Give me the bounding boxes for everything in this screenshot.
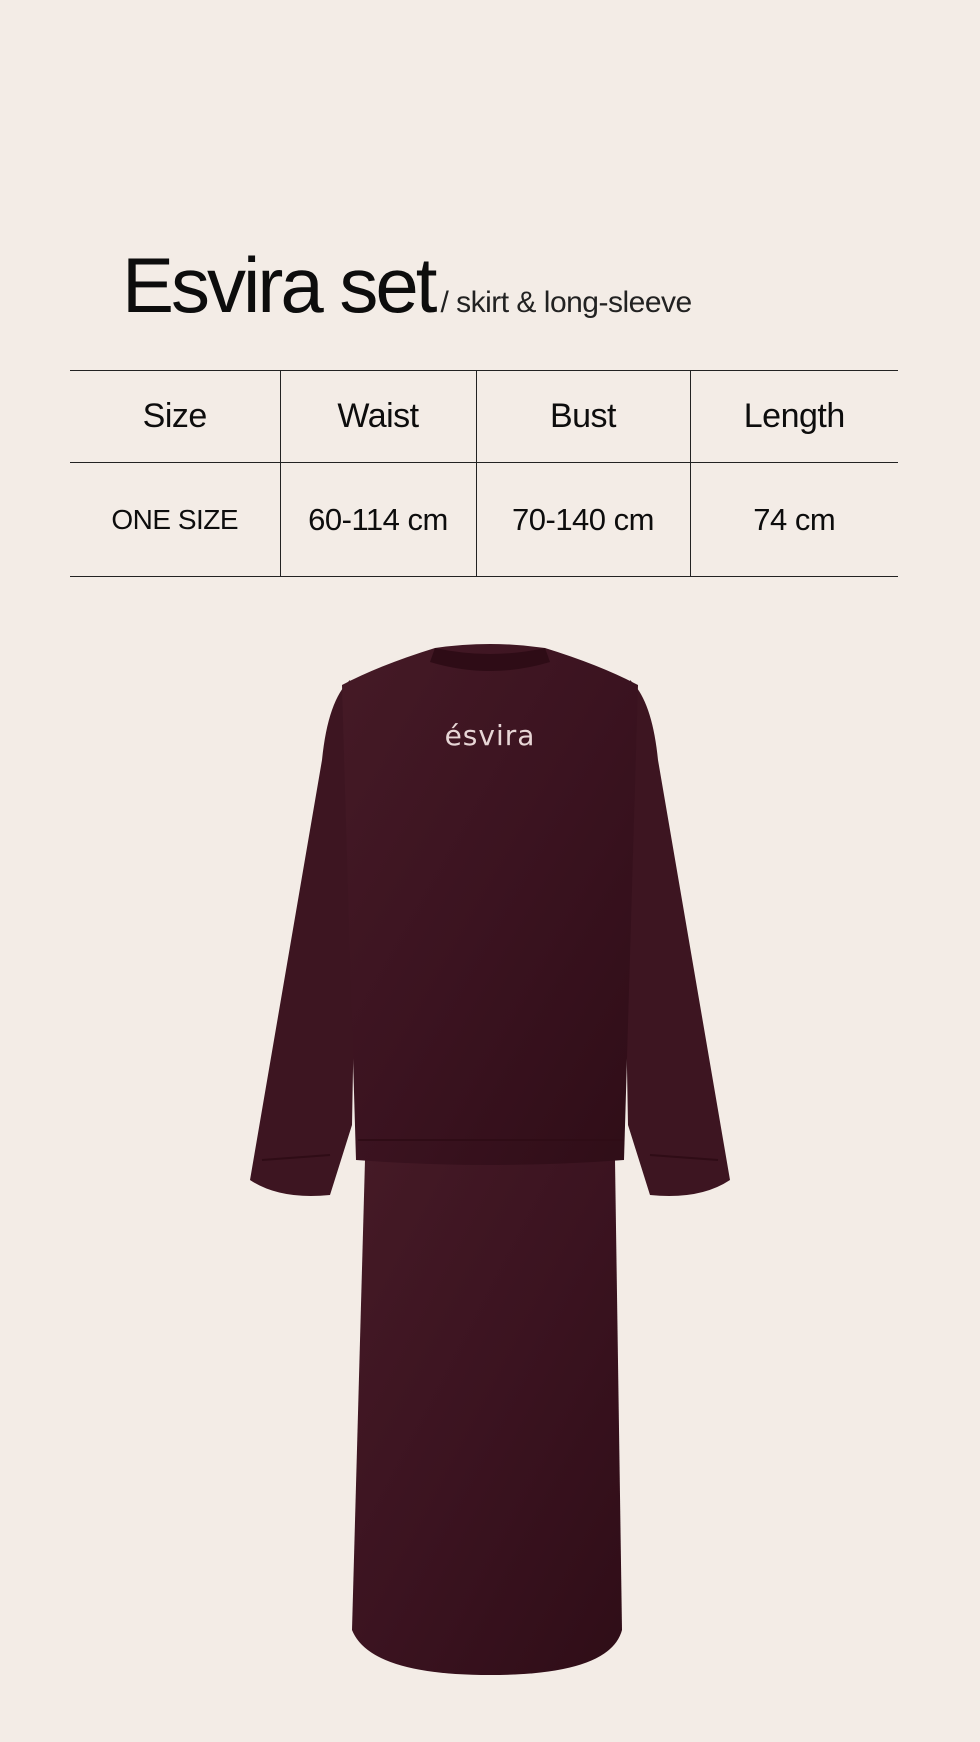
right-sleeve-shape [622, 680, 730, 1196]
cell-size: ONE SIZE [70, 462, 281, 577]
product-image: ésvira [250, 644, 730, 1675]
cell-length: 74 cm [690, 462, 898, 577]
header-size: Size [70, 370, 281, 463]
left-sleeve-shape [250, 680, 358, 1196]
page-subtitle: / skirt & long-sleeve [440, 286, 692, 319]
page-title: Esvira set [122, 241, 437, 329]
cell-bust: 70-140 cm [476, 462, 691, 577]
table-row: ONE SIZE 60-114 cm 70-140 cm 74 cm [70, 462, 898, 577]
header-waist: Waist [280, 370, 477, 463]
size-chart-table: Size Waist Bust Length ONE SIZE 60-114 c… [70, 370, 898, 577]
skirt-shape [352, 1160, 622, 1675]
header-bust: Bust [476, 370, 691, 463]
cell-waist: 60-114 cm [280, 462, 477, 577]
garment-logo: ésvira [445, 719, 536, 752]
page-title-block: Esvira set / skirt & long-sleeve [122, 240, 692, 331]
table-header-row: Size Waist Bust Length [70, 370, 898, 463]
header-length: Length [690, 370, 898, 463]
